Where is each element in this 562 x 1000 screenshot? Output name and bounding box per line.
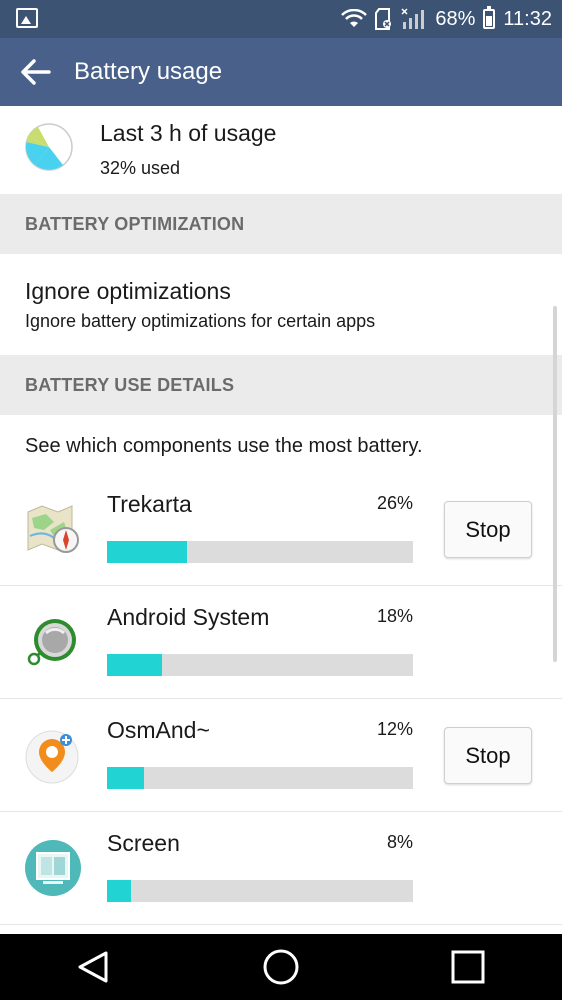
- battery-percent: 68%: [435, 7, 476, 30]
- app-row-screen[interactable]: Screen 8%: [0, 812, 562, 925]
- ignore-optimizations-item[interactable]: Ignore optimizations Ignore battery opti…: [0, 254, 562, 355]
- usage-subtitle: 32% used: [100, 158, 181, 178]
- screen-icon: [25, 840, 81, 896]
- stop-button-osmand[interactable]: Stop: [444, 727, 532, 784]
- section-header-optimization: BATTERY OPTIMIZATION: [0, 194, 562, 254]
- status-bar-right: 68% 11:32: [341, 0, 552, 38]
- usage-bar: [107, 541, 413, 563]
- usage-summary-row[interactable]: Last 3 h of usage 32% used: [0, 106, 562, 194]
- back-triangle-icon: [78, 951, 108, 983]
- app-name: Android System: [107, 604, 270, 630]
- status-bar: 68% 11:32: [0, 0, 562, 38]
- app-name: OsmAnd~: [107, 717, 210, 743]
- sd-card-icon: [375, 8, 392, 30]
- nav-recents-button[interactable]: [438, 937, 498, 997]
- image-icon: [16, 8, 38, 28]
- usage-bar: [107, 767, 413, 789]
- details-description: See which components use the most batter…: [25, 435, 423, 457]
- stop-button-trekarta[interactable]: Stop: [444, 501, 532, 558]
- section-header-details: BATTERY USE DETAILS: [0, 355, 562, 415]
- app-name: Screen: [107, 830, 180, 856]
- app-name: Trekarta: [107, 491, 192, 517]
- app-row-android-system[interactable]: Android System 18%: [0, 586, 562, 699]
- app-percent: 8%: [386, 832, 413, 852]
- ignore-optimizations-subtitle: Ignore battery optimizations for certain…: [25, 311, 376, 331]
- page-title: Battery usage: [74, 58, 223, 85]
- arrow-back-icon: [21, 59, 51, 85]
- usage-bar: [107, 654, 413, 676]
- usage-bar-fill: [107, 767, 144, 789]
- app-row-osmand[interactable]: OsmAnd~ 12% Stop: [0, 699, 562, 812]
- scrollbar[interactable]: [553, 306, 557, 662]
- app-row-trekarta[interactable]: Trekarta 26% Stop: [0, 473, 562, 586]
- usage-bar: [107, 880, 413, 902]
- usage-pie-icon: [25, 123, 73, 171]
- usage-title: Last 3 h of usage: [100, 120, 277, 146]
- app-percent: 18%: [376, 606, 413, 626]
- battery-usage-content[interactable]: Last 3 h of usage 32% used BATTERY OPTIM…: [0, 106, 562, 934]
- nav-back-button[interactable]: [64, 937, 124, 997]
- wifi-icon: [341, 9, 368, 27]
- app-percent: 12%: [376, 719, 413, 739]
- app-bar: Battery usage: [0, 38, 562, 106]
- usage-bar-fill: [107, 880, 132, 902]
- recents-square-icon: [451, 950, 485, 984]
- navigation-bar: [0, 934, 562, 1000]
- android-system-icon: [27, 619, 76, 666]
- nav-home-button[interactable]: [251, 937, 311, 997]
- trekarta-map-icon: [27, 505, 79, 553]
- osmand-icon: [25, 730, 79, 784]
- back-button[interactable]: [0, 38, 70, 106]
- home-circle-icon: [263, 949, 299, 985]
- clock-time: 11:32: [503, 7, 552, 30]
- usage-bar-fill: [107, 541, 187, 563]
- battery-icon: [483, 6, 496, 29]
- ignore-optimizations-title: Ignore optimizations: [25, 278, 231, 304]
- usage-bar-fill: [107, 654, 163, 676]
- app-percent: 26%: [376, 493, 413, 513]
- signal-icon: [401, 8, 425, 29]
